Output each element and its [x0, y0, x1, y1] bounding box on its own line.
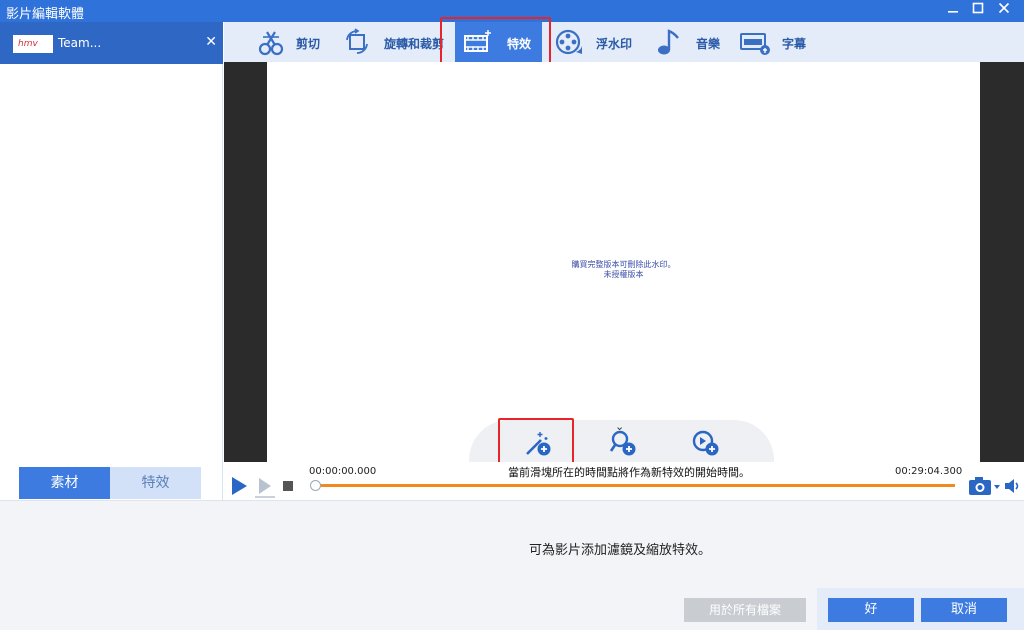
timeline-message: 當前滑塊所在的時間點將作為新特效的開始時間。 [508, 466, 750, 479]
watermark-line-2: 未授權版本 [603, 270, 644, 279]
add-mosaic-button[interactable] [691, 428, 721, 458]
bottom-panel: 可為影片添加濾鏡及縮放特效。 用於所有檔案 好 取消 [0, 500, 1024, 630]
maximize-button[interactable] [969, 2, 987, 20]
watermark-text: 購買完整版本可刪除此水印。 未授權版本 [267, 260, 980, 280]
camera-icon[interactable] [968, 476, 1002, 496]
subtitle-icon [740, 33, 770, 55]
file-close-icon[interactable]: ✕ [205, 34, 217, 50]
rotate-crop-icon [346, 28, 368, 54]
ok-button[interactable]: 好 [828, 598, 914, 622]
timeline: 00:00:00.000 當前滑塊所在的時間點將作為新特效的開始時間。 00:2… [224, 462, 1024, 500]
close-button[interactable] [995, 2, 1013, 20]
play-clip-icon[interactable] [254, 476, 276, 498]
music-note-icon [658, 29, 679, 55]
tool-rotate-crop[interactable]: 旋轉和裁剪 [342, 22, 450, 62]
tool-music[interactable]: 音樂 [654, 22, 724, 62]
left-tabs: 素材 特效 [19, 467, 201, 499]
tool-music-label: 音樂 [696, 37, 721, 51]
tool-subtitle[interactable]: 字幕 [740, 22, 814, 62]
tool-trim[interactable]: 剪切 [252, 22, 332, 62]
tool-trim-label: 剪切 [296, 37, 321, 51]
tool-watermark-label: 浮水印 [596, 37, 633, 51]
apply-all-button[interactable]: 用於所有檔案 [684, 598, 806, 622]
hint-text: 可為影片添加濾鏡及縮放特效。 [528, 543, 711, 558]
preview-canvas: 購買完整版本可刪除此水印。 未授權版本 [267, 62, 980, 462]
end-time: 00:29:04.300 [895, 466, 963, 477]
tool-rotate-crop-label: 旋轉和裁剪 [384, 37, 445, 51]
close-icon [998, 2, 1010, 14]
start-time: 00:00:00.000 [309, 466, 377, 477]
tool-watermark[interactable]: 浮水印 [552, 22, 638, 62]
stop-icon[interactable] [282, 480, 294, 492]
edit-toolbar: 剪切 旋轉和裁剪 特效 浮水印 音樂 字幕 [224, 22, 1024, 62]
cancel-button[interactable]: 取消 [921, 598, 1007, 622]
tool-subtitle-label: 字幕 [782, 37, 807, 51]
window-title: 影片編輯軟體 [6, 7, 85, 22]
file-tab[interactable]: hmv Team... ✕ [0, 22, 223, 64]
minimize-button[interactable] [944, 2, 962, 20]
file-thumbnail: hmv [13, 35, 53, 53]
tab-effects[interactable]: 特效 [110, 467, 201, 499]
video-preview: 購買完整版本可刪除此水印。 未授權版本 ⌄ [224, 62, 1024, 462]
chevron-down-icon[interactable]: ⌄ [615, 420, 624, 433]
file-name: Team... [58, 36, 102, 50]
scissors-icon [258, 31, 284, 56]
maximize-icon [972, 2, 984, 14]
timeline-slider-handle[interactable] [310, 480, 321, 491]
play-icon[interactable] [230, 476, 248, 496]
add-filter-highlight [498, 418, 574, 465]
timeline-track[interactable] [315, 484, 955, 487]
watermark-line-1: 購買完整版本可刪除此水印。 [571, 260, 676, 269]
media-panel: hmv Team... ✕ 素材 特效 [0, 22, 223, 500]
minimize-icon [948, 11, 958, 13]
volume-icon[interactable] [1004, 477, 1022, 495]
film-reel-icon [555, 29, 582, 55]
tab-media[interactable]: 素材 [19, 467, 110, 499]
